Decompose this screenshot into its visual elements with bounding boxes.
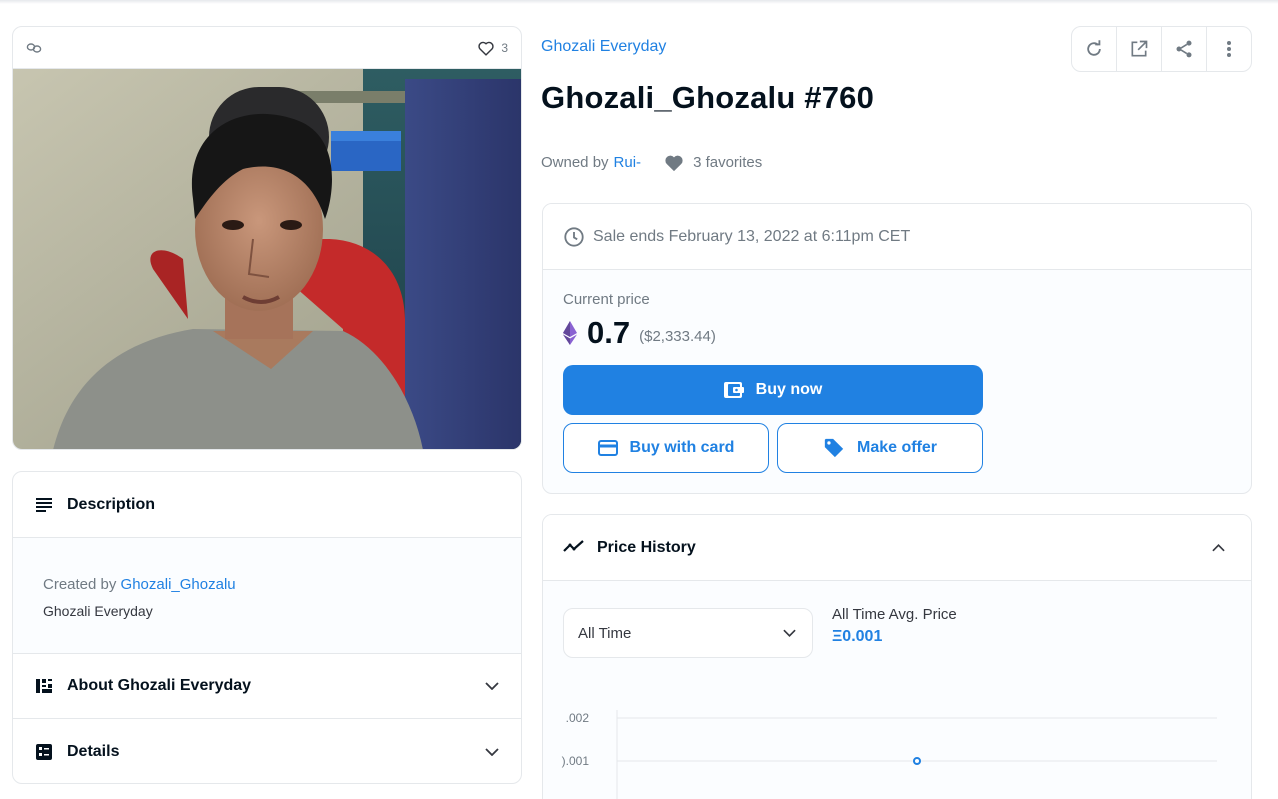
chart-data-point[interactable] (913, 757, 921, 765)
avg-price-value: Ξ0.001 (832, 628, 883, 645)
description-card: Description Created by Ghozali_Ghozalu G… (12, 471, 522, 784)
media-card: 3 (12, 26, 522, 450)
owned-by-prefix: Owned by (541, 154, 609, 171)
price-history-title: Price History (597, 538, 696, 556)
buy-with-card-button[interactable]: Buy with card (563, 423, 769, 473)
credit-card-icon (597, 440, 618, 456)
media-header: 3 (13, 27, 521, 69)
nft-image (13, 69, 521, 449)
favorite-count: 3 (501, 40, 508, 55)
item-title: Ghozali_Ghozalu #760 (541, 80, 875, 115)
price-amount: 0.7 (587, 315, 631, 350)
external-link-icon (1129, 39, 1149, 59)
created-by-line: Created by Ghozali_Ghozalu (43, 576, 491, 593)
details-accordion[interactable]: Details (13, 719, 521, 783)
avg-price-label: All Time Avg. Price (832, 606, 957, 623)
description-body: Created by Ghozali_Ghozalu Ghozali Every… (13, 538, 521, 654)
sale-header: Sale ends February 13, 2022 at 6:11pm CE… (543, 204, 1251, 270)
chevron-down-icon (485, 747, 499, 756)
favorites-info[interactable]: 3 favorites (663, 153, 762, 172)
open-external-button[interactable] (1117, 27, 1162, 71)
list-details-icon (35, 677, 53, 695)
buy-now-button[interactable]: Buy now (563, 365, 983, 415)
sale-ends-text: Sale ends February 13, 2022 at 6:11pm CE… (593, 227, 911, 245)
description-title: Description (67, 495, 156, 513)
price-history-card: Price History All Time All Time Avg. Pri… (542, 514, 1252, 799)
chevron-down-icon (485, 682, 499, 690)
chevron-down-icon (783, 629, 796, 637)
about-collection-title: About Ghozali Everyday (67, 677, 252, 694)
chevron-up-icon (1212, 543, 1225, 552)
period-select-value: All Time (578, 624, 632, 642)
about-collection-accordion[interactable]: About Ghozali Everyday (13, 654, 521, 719)
owner-line: Owned by Rui- 3 favorites (541, 153, 762, 172)
price-history-header[interactable]: Price History (543, 515, 1251, 581)
period-select[interactable]: All Time (563, 608, 813, 658)
heart-filled-icon (663, 153, 685, 172)
share-button[interactable] (1162, 27, 1207, 71)
sale-card: Sale ends February 13, 2022 at 6:11pm CE… (542, 203, 1252, 494)
created-by-prefix: Created by (43, 576, 117, 593)
price-usd: ($2,333.44) (639, 327, 716, 345)
refresh-icon (1084, 39, 1104, 59)
buy-now-label: Buy now (755, 381, 823, 398)
collection-link[interactable]: Ghozali Everyday (541, 38, 666, 56)
more-vertical-icon (1226, 40, 1232, 58)
tag-icon (823, 437, 845, 459)
heart-outline-icon (477, 40, 495, 56)
chart-y-tick-label: .002 (566, 711, 590, 725)
details-checklist-icon (35, 743, 53, 761)
favorites-count: 3 favorites (693, 154, 763, 171)
ethereum-icon (563, 321, 577, 345)
make-offer-label: Make offer (856, 439, 938, 456)
creator-link[interactable]: Ghozali_Ghozalu (121, 576, 236, 593)
item-toolbar (1071, 26, 1252, 72)
top-divider (0, 0, 1278, 4)
owner-link[interactable]: Rui- (614, 154, 642, 171)
more-options-button[interactable] (1207, 27, 1251, 71)
clock-icon (563, 226, 585, 248)
make-offer-button[interactable]: Make offer (777, 423, 983, 473)
wallet-icon (723, 381, 744, 399)
price-history-chart: .002 ).001 (562, 710, 1217, 799)
price-row: 0.7 ($2,333.44) (563, 315, 1231, 350)
sale-body: Current price 0.7 ($2,333.44) (543, 270, 1251, 350)
media-favorite[interactable]: 3 (477, 40, 508, 56)
chart-y-tick-label: ).001 (562, 754, 590, 768)
subject-lines-icon (35, 496, 53, 514)
chain-icon[interactable] (26, 42, 42, 54)
description-header[interactable]: Description (13, 472, 521, 538)
details-title: Details (67, 742, 120, 760)
trending-line-icon (563, 539, 585, 557)
current-price-label: Current price (563, 291, 650, 308)
buy-with-card-label: Buy with card (629, 439, 735, 456)
description-text: Ghozali Everyday (43, 603, 153, 619)
refresh-button[interactable] (1072, 27, 1117, 71)
share-icon (1174, 39, 1194, 59)
